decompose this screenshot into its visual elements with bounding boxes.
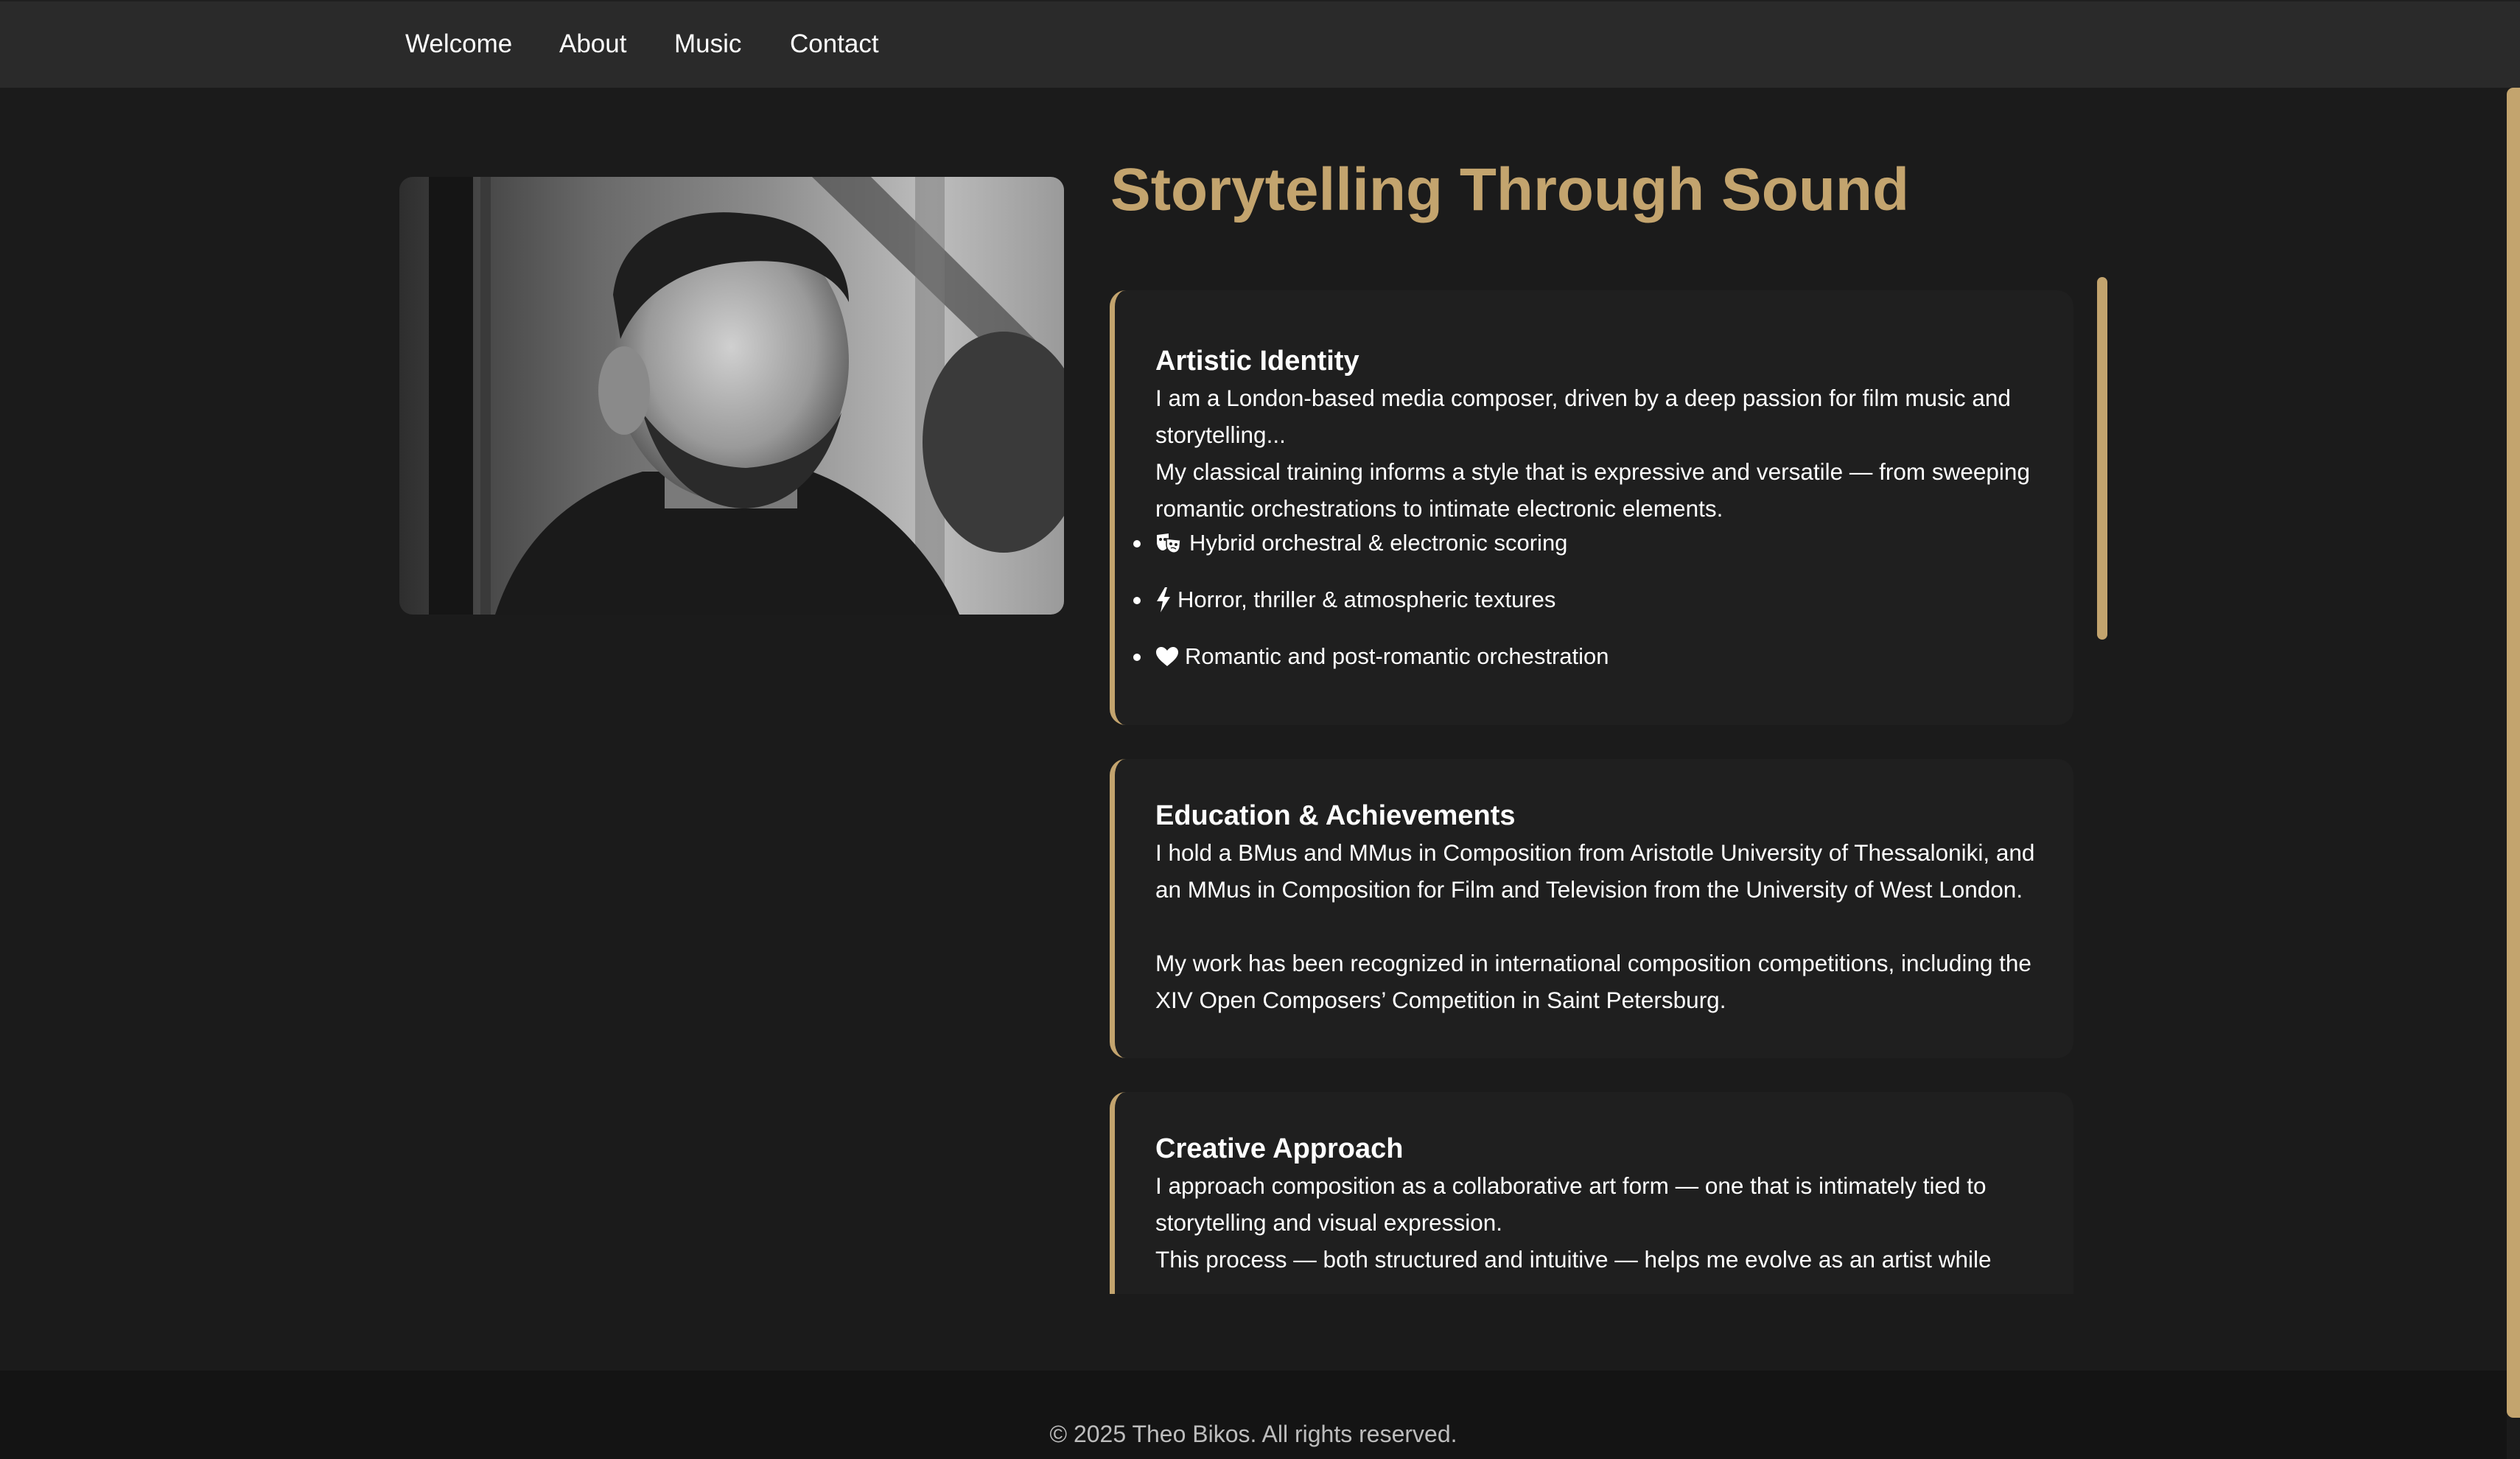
sections-scrollbar-thumb[interactable] bbox=[2097, 277, 2107, 640]
list-item: Horror, thriller & atmospheric textures bbox=[1133, 584, 1609, 616]
section-paragraph: This process — both structured and intui… bbox=[1155, 1246, 1992, 1273]
footer-copyright: © 2025 Theo Bikos. All rights reserved. bbox=[1049, 1421, 1457, 1447]
about-sections-scroll-area[interactable]: Artistic Identity I am a London-based me… bbox=[1110, 277, 2112, 1294]
list-item: Romantic and post-romantic orchestration bbox=[1133, 640, 1609, 673]
nav-contact[interactable]: Contact bbox=[790, 28, 879, 60]
skills-list: Hybrid orchestral & electronic scoring H… bbox=[1133, 527, 1609, 697]
page-title: Storytelling Through Sound bbox=[1110, 156, 1910, 223]
list-item-text: Romantic and post-romantic orchestration bbox=[1185, 643, 1609, 669]
top-nav: Welcome About Music Contact bbox=[0, 0, 2520, 88]
nav-about[interactable]: About bbox=[559, 28, 626, 60]
bullet-dot bbox=[1133, 654, 1141, 661]
section-heading: Artistic Identity bbox=[1155, 346, 1359, 377]
composer-portrait-photo bbox=[399, 177, 1064, 615]
section-paragraph: My classical training informs a style th… bbox=[1155, 458, 2030, 522]
lightning-bolt-icon bbox=[1155, 587, 1172, 612]
section-paragraph: I am a London-based media composer, driv… bbox=[1155, 385, 2011, 448]
section-artistic-identity: Artistic Identity I am a London-based me… bbox=[1110, 290, 2073, 725]
section-creative-approach: Creative Approach I approach composition… bbox=[1110, 1092, 2073, 1294]
section-heading: Creative Approach bbox=[1155, 1133, 1404, 1164]
section-education-achievements: Education & Achievements I hold a BMus a… bbox=[1110, 759, 2073, 1058]
list-item-text: Horror, thriller & atmospheric textures bbox=[1177, 587, 1556, 612]
section-paragraph: My work has been recognized in internati… bbox=[1155, 950, 2031, 1013]
page-scrollbar-thumb[interactable] bbox=[2507, 88, 2520, 1418]
bullet-dot bbox=[1133, 597, 1141, 604]
list-item-text: Hybrid orchestral & electronic scoring bbox=[1189, 530, 1568, 556]
section-paragraph: I hold a BMus and MMus in Composition fr… bbox=[1155, 839, 2035, 903]
theater-masks-icon bbox=[1155, 532, 1183, 554]
list-item: Hybrid orchestral & electronic scoring bbox=[1133, 527, 1609, 559]
bullet-dot bbox=[1133, 540, 1141, 547]
section-paragraph: I approach composition as a collaborativ… bbox=[1155, 1172, 1987, 1236]
section-heading: Education & Achievements bbox=[1155, 800, 1516, 831]
nav-welcome[interactable]: Welcome bbox=[405, 28, 512, 60]
heart-icon bbox=[1155, 646, 1179, 667]
nav-music[interactable]: Music bbox=[674, 28, 741, 60]
